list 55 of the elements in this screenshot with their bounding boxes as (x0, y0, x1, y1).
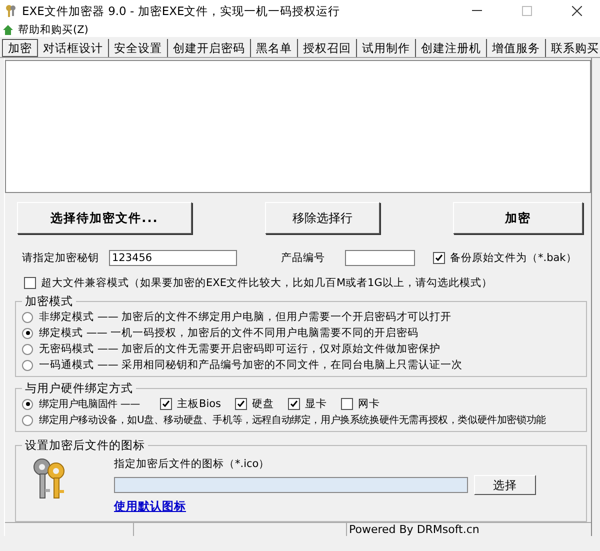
default-icon-link[interactable]: 使用默认图标 (114, 499, 536, 514)
field-label: 产品编号 (281, 251, 325, 265)
radio-label: 非绑定模式 —— 加密后的文件不绑定用户电脑，但用户需要一个开启密码才可以打开 (39, 310, 452, 324)
tab[interactable]: 联系购买 (546, 39, 600, 57)
radio-button[interactable] (22, 328, 33, 338)
checkbox-label: 超大文件兼容模式（如果要加密的EXE文件比较大，比如几百M或者1G以上，请勾选此模式） (41, 276, 492, 290)
checkbox-label: 主板Bios (176, 397, 221, 411)
radio-button[interactable] (22, 398, 33, 410)
product-field[interactable] (345, 250, 415, 266)
field-label: 请指定加密秘钥 (22, 251, 99, 265)
radio-label: 绑定用户电脑固件 —— (39, 398, 140, 411)
tab[interactable]: 授权召回 (298, 39, 357, 57)
tab[interactable]: 黑名单 (251, 39, 298, 57)
action-button[interactable]: 选择待加密文件... (17, 202, 192, 234)
tab[interactable]: 增值服务 (487, 39, 546, 57)
keys-icon (4, 4, 18, 18)
group-title: 与用户硬件绑定方式 (24, 381, 134, 396)
tab[interactable]: 试用制作 (357, 39, 416, 57)
window-title: EXE文件加密器 9.0 - 加密EXE文件，实现一机一码授权运行 (22, 4, 342, 18)
checkbox[interactable] (24, 277, 36, 289)
checkbox[interactable] (341, 398, 353, 410)
tab[interactable]: 加密 (2, 39, 38, 57)
tab[interactable]: 创建注册机 (416, 39, 487, 57)
radio-button[interactable] (22, 344, 33, 354)
maximize-icon (522, 6, 532, 16)
checkbox-label: 显卡 (305, 397, 327, 411)
browse-button[interactable]: 选择 (474, 475, 536, 495)
radio-label: 绑定模式 —— 一机一码授权，加密后的文件不同用户电脑需要不同的开启密码 (39, 326, 419, 340)
menu-item[interactable]: 帮助和购买(Z) (18, 22, 88, 36)
close-icon (572, 6, 582, 16)
action-button[interactable]: 加密 (453, 202, 583, 234)
tab[interactable]: 对话框设计 (38, 39, 109, 57)
radio-label: 绑定用户移动设备，如U盘、移动硬盘、手机等，远程自动绑定，用户换系统换硬件无需再授权，类似硬件加密锁功能 (39, 414, 546, 427)
checkbox[interactable] (160, 398, 172, 410)
tab[interactable]: 创建开启密码 (168, 39, 251, 57)
field-label: 指定加密后文件的图标（*.ico） (114, 457, 271, 471)
group-title: 设置加密后文件的图标 (24, 438, 146, 453)
radio-button[interactable] (22, 360, 33, 370)
key-field[interactable]: 123456 (109, 250, 237, 266)
group-title: 加密模式 (24, 294, 74, 309)
action-button[interactable]: 移除选择行 (265, 202, 380, 234)
minimize-icon (472, 10, 482, 12)
checkbox[interactable] (288, 398, 300, 410)
icon-path-field[interactable] (114, 477, 468, 493)
radio-button[interactable] (22, 312, 33, 322)
checkbox-label: 网卡 (358, 397, 380, 411)
checkbox-label: 备份原始文件为（*.bak） (450, 251, 577, 265)
radio-label: 无密码模式 —— 加密后的文件无需要开启密码即可运行，仅对原始文件做加密保护 (39, 342, 441, 356)
checkbox-label: 硬盘 (252, 397, 274, 411)
radio-button[interactable] (22, 414, 33, 426)
status-text: Powered By DRMsoft.cn (348, 523, 480, 536)
checkbox[interactable] (433, 252, 445, 264)
checkbox[interactable] (235, 398, 247, 410)
radio-label: 一码通模式 —— 采用相同秘钥和产品编号加密的不同文件，在同台电脑上只需认证一次 (39, 358, 463, 372)
tab[interactable]: 安全设置 (109, 39, 168, 57)
